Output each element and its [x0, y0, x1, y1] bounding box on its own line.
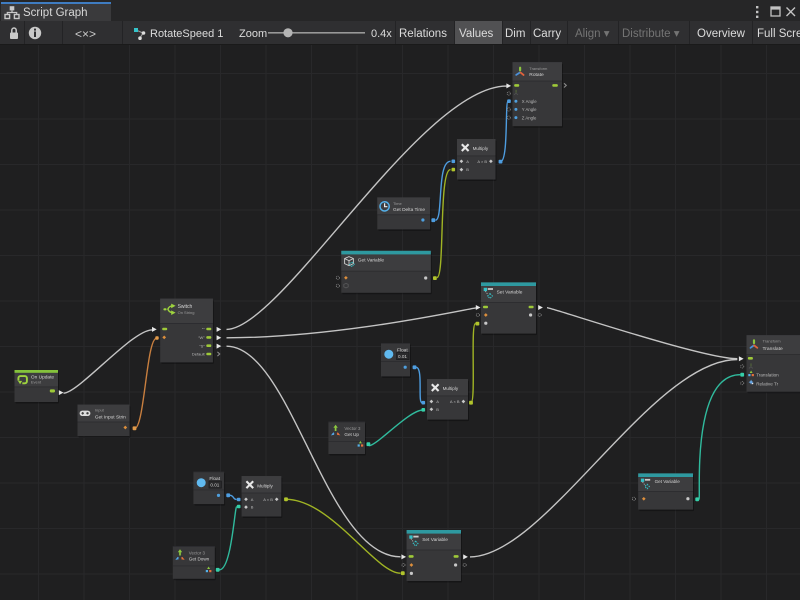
svg-text:A: A [466, 159, 469, 164]
svg-text:Z Angle: Z Angle [522, 115, 537, 120]
svg-text:A × B: A × B [477, 159, 487, 164]
svg-text:Get Input Strin: Get Input Strin [95, 415, 126, 421]
svg-text:Get Down: Get Down [189, 556, 210, 561]
svg-text:B: B [436, 407, 439, 412]
svg-text:B: B [251, 505, 254, 510]
svg-text:0.01: 0.01 [398, 354, 407, 359]
svg-text:A: A [251, 497, 254, 502]
svg-text:Multiply: Multiply [257, 483, 273, 488]
svg-text:Input: Input [95, 408, 105, 413]
svg-text:Translate: Translate [763, 346, 783, 352]
svg-text:A × B: A × B [450, 399, 460, 404]
svg-text:A: A [436, 399, 439, 404]
svg-text:Transform: Transform [529, 66, 548, 71]
svg-text:Get Variable: Get Variable [358, 257, 385, 263]
svg-text:Get Delta Time: Get Delta Time [393, 207, 425, 213]
svg-text:Event: Event [31, 380, 42, 385]
svg-text:“W”: “W” [198, 335, 205, 340]
svg-text:0.01: 0.01 [210, 483, 219, 488]
svg-text:Y Angle: Y Angle [522, 107, 537, 112]
svg-text:“S”: “S” [199, 343, 205, 348]
svg-text:On String: On String [178, 310, 195, 315]
svg-text:Multiply: Multiply [473, 146, 489, 151]
svg-text:Set Variable: Set Variable [497, 289, 523, 295]
svg-text:Transform: Transform [763, 339, 782, 344]
svg-text:Translation: Translation [756, 373, 779, 378]
svg-text:X Angle: X Angle [522, 99, 537, 104]
svg-text:A × B: A × B [263, 497, 273, 502]
svg-text:Get Variable: Get Variable [655, 479, 681, 484]
svg-text:Vector 3: Vector 3 [189, 551, 206, 556]
svg-text:Relative Tr: Relative Tr [756, 381, 778, 386]
svg-text:Multiply: Multiply [443, 386, 459, 391]
svg-text:Default: Default [192, 352, 206, 357]
svg-text:Vector 3: Vector 3 [344, 426, 361, 431]
svg-text:Set Variable: Set Variable [422, 537, 448, 543]
svg-text:Get Up: Get Up [344, 432, 359, 437]
svg-text:Time: Time [393, 201, 403, 206]
svg-text:B: B [466, 167, 469, 172]
svg-text:Rotate: Rotate [529, 72, 544, 78]
